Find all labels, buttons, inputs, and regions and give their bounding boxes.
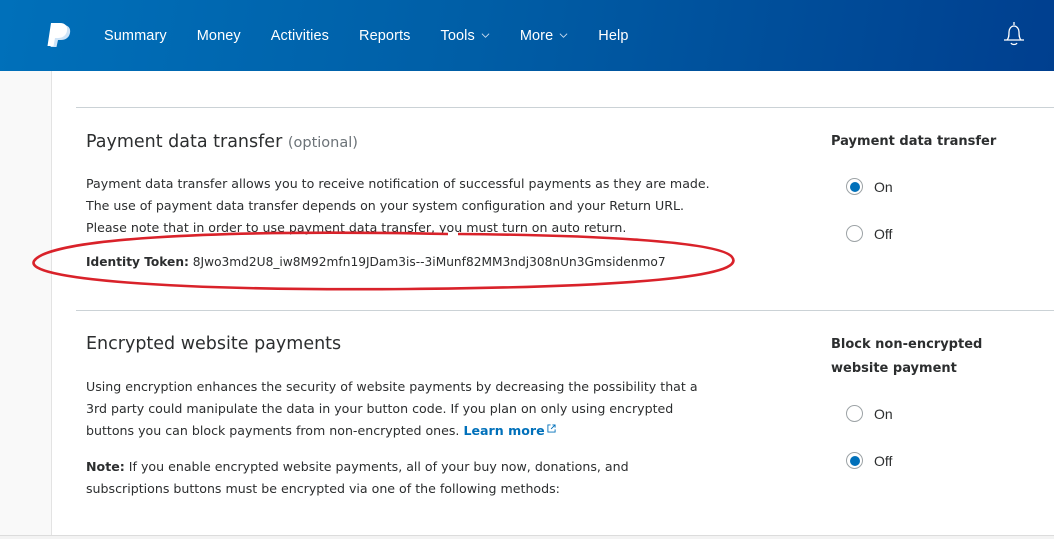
main-nav: Summary Money Activities Reports Tools M… <box>104 0 659 71</box>
ewp-radio-on[interactable]: On <box>846 405 893 422</box>
nav-money[interactable]: Money <box>197 28 241 44</box>
radio-label: Off <box>874 452 893 469</box>
identity-token-value[interactable]: 8Jwo3md2U8_iw8M92mfn19JDam3is--3iMunf82M… <box>193 255 666 269</box>
left-gutter <box>0 71 52 536</box>
section-divider <box>76 107 1054 108</box>
ewp-note: Note: If you enable encrypted website pa… <box>86 456 629 500</box>
top-navigation-bar: Summary Money Activities Reports Tools M… <box>0 0 1054 71</box>
ewp-line-text: buttons you can block payments from non-… <box>86 423 460 438</box>
radio-button[interactable] <box>846 225 863 242</box>
pdt-line: The use of payment data transfer depends… <box>86 198 684 213</box>
nav-summary[interactable]: Summary <box>104 28 167 44</box>
pdt-radio-on[interactable]: On <box>846 178 893 195</box>
ewp-description: Using encryption enhances the security o… <box>86 376 698 442</box>
radio-label: On <box>874 405 893 422</box>
pdt-line: Please note that in order to use payment… <box>86 220 627 235</box>
note-text: If you enable encrypted website payments… <box>124 459 629 474</box>
paypal-logo-icon[interactable] <box>45 22 73 50</box>
nav-label: Money <box>196 27 241 44</box>
nav-label: More <box>519 27 554 44</box>
radio-label: On <box>874 178 893 195</box>
ewp-line: buttons you can block payments from non-… <box>86 420 698 442</box>
pdt-side-label: Payment data transfer <box>831 134 997 149</box>
nav-help[interactable]: Help <box>598 28 628 44</box>
ewp-side-label: Block non-encrypted website payment <box>831 333 982 381</box>
bell-icon[interactable] <box>1001 20 1027 48</box>
nav-tools[interactable]: Tools <box>440 27 490 44</box>
ewp-radio-off[interactable]: Off <box>846 452 892 469</box>
ewp-note-line: subscriptions buttons must be encrypted … <box>86 481 560 496</box>
nav-label: Activities <box>270 27 329 44</box>
radio-button-checked[interactable] <box>846 178 863 195</box>
nav-more[interactable]: More <box>520 28 568 44</box>
radio-button[interactable] <box>846 405 863 422</box>
ewp-line: Using encryption enhances the security o… <box>86 379 698 394</box>
radio-label: Off <box>874 225 893 242</box>
pdt-description: Payment data transfer allows you to rece… <box>86 173 710 239</box>
nav-activities[interactable]: Activities <box>271 28 329 44</box>
optional-tag: (optional) <box>287 135 358 151</box>
pdt-line: Payment data transfer allows you to rece… <box>86 176 710 191</box>
nav-label: Help <box>598 27 629 44</box>
ewp-line: 3rd party could manipulate the data in y… <box>86 401 674 416</box>
chevron-down-icon <box>481 33 490 38</box>
ewp-section-title: Encrypted website payments <box>86 334 342 354</box>
note-label: Note: <box>86 459 125 474</box>
nav-reports[interactable]: Reports <box>359 28 410 44</box>
identity-token-label: Identity Token: <box>86 255 189 269</box>
side-label-line: website payment <box>831 361 957 376</box>
learn-more-link[interactable]: Learn more <box>463 423 556 438</box>
external-link-icon <box>547 424 556 433</box>
identity-token: Identity Token: 8Jwo3md2U8_iw8M92mfn19JD… <box>86 255 666 269</box>
bottom-border <box>0 535 1054 539</box>
radio-button-checked[interactable] <box>846 452 863 469</box>
nav-label: Tools <box>440 27 475 44</box>
nav-label: Summary <box>104 27 167 44</box>
pdt-title-text: Payment data transfer <box>86 132 283 152</box>
nav-label: Reports <box>359 27 411 44</box>
section-divider <box>76 310 1054 311</box>
learn-more-text: Learn more <box>463 423 545 438</box>
chevron-down-icon <box>559 33 568 38</box>
ewp-note-line: Note: If you enable encrypted website pa… <box>86 456 629 478</box>
pdt-radio-off[interactable]: Off <box>846 225 892 242</box>
pdt-section-title: Payment data transfer (optional) <box>86 132 358 152</box>
side-label-line: Block non-encrypted <box>831 337 983 352</box>
